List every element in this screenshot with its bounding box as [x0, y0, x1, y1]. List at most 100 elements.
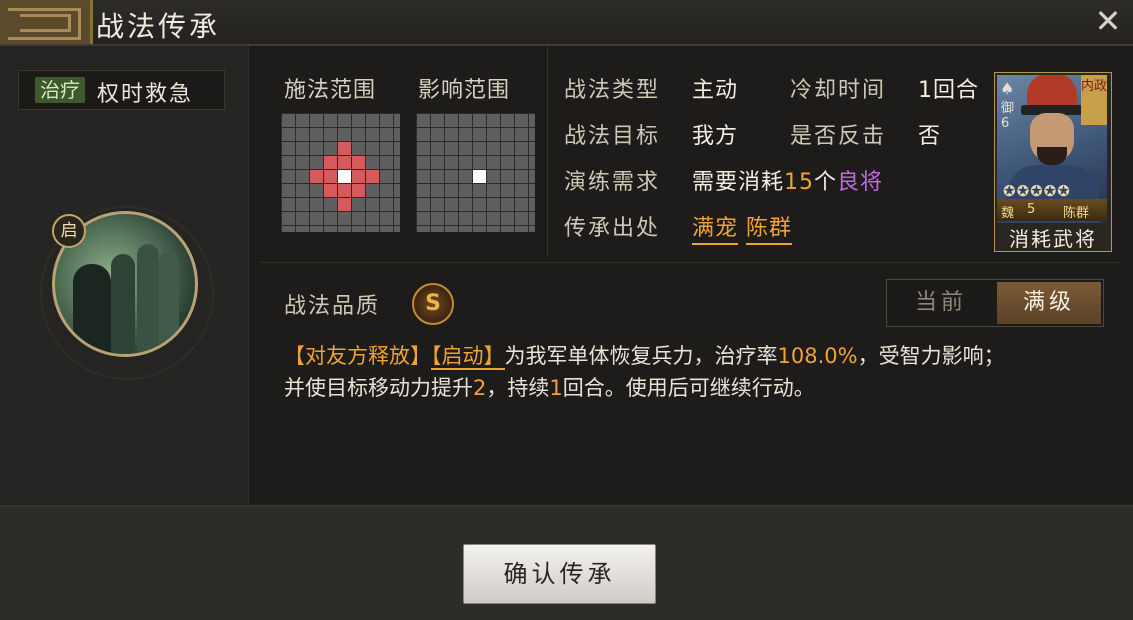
training-requirement-value: 需要消耗15个良将: [692, 164, 883, 196]
grid-cell: [352, 170, 365, 183]
grid-cell: [501, 184, 514, 197]
grid-cell: [501, 114, 514, 127]
train-prefix: 需要消耗: [692, 170, 785, 195]
grid-cell: [366, 170, 379, 183]
grid-cell: [487, 128, 500, 141]
grid-cell: [324, 226, 337, 232]
grid-cell: [459, 142, 472, 155]
general-name: 陈群: [1063, 206, 1090, 221]
grid-cell: [380, 184, 393, 197]
grid-cell: [487, 184, 500, 197]
grid-cell: [352, 226, 365, 232]
grid-cell: [529, 212, 535, 225]
grid-cell: [324, 170, 337, 183]
grid-cell: [529, 170, 535, 183]
grid-cell: [431, 128, 444, 141]
grid-cell: [431, 212, 444, 225]
grid-cell: [501, 212, 514, 225]
grid-cell: [501, 170, 514, 183]
grid-cell: [431, 142, 444, 155]
grid-cell: [310, 198, 323, 211]
grid-cell: [296, 198, 309, 211]
grid-cell: [445, 170, 458, 183]
star-rating: ✪✪✪✪✪: [1003, 182, 1071, 200]
confirm-inherit-button[interactable]: 确认传承: [463, 544, 656, 604]
train-grade: 良将: [837, 170, 884, 195]
grid-cell: [282, 142, 295, 155]
grid-cell: [282, 184, 295, 197]
grid-cell: [445, 114, 458, 127]
grid-cell: [487, 156, 500, 169]
grid-cell: [282, 212, 295, 225]
grid-cell: [445, 226, 458, 232]
skill-summary-panel: 治疗 权时救急 启: [0, 46, 249, 504]
grid-cell: [529, 184, 535, 197]
toggle-current[interactable]: 当前: [889, 282, 993, 324]
grid-cell: [380, 156, 393, 169]
grid-cell: [338, 198, 351, 211]
grid-cell: [473, 114, 486, 127]
grid-cell: [501, 142, 514, 155]
grid-cell: [515, 184, 528, 197]
grid-cell: [529, 114, 535, 127]
grid-cell: [282, 128, 295, 141]
card-corner-tag: 内政: [1081, 75, 1107, 125]
grid-cell: [417, 156, 430, 169]
grid-cell: [310, 156, 323, 169]
faction-label: 魏: [1001, 206, 1015, 221]
grid-cell: [338, 212, 351, 225]
grid-cell: [324, 142, 337, 155]
grid-cell: [487, 226, 500, 232]
grid-cell: [515, 170, 528, 183]
quality-label: 战法品质: [284, 294, 381, 319]
grid-cell: [417, 184, 430, 197]
grid-cell: [473, 184, 486, 197]
counter-value: 否: [918, 124, 942, 149]
toggle-max-level[interactable]: 满级: [997, 282, 1101, 324]
inheritance-source-key: 传承出处: [564, 216, 661, 241]
grid-cell: [380, 114, 393, 127]
grid-cell: [515, 142, 528, 155]
grid-cell: [324, 198, 337, 211]
counter-key: 是否反击: [790, 124, 887, 149]
grid-cell: [380, 128, 393, 141]
desc-activate-tag[interactable]: 【启动】: [431, 344, 505, 370]
grid-cell: [380, 198, 393, 211]
grid-cell: [338, 226, 351, 232]
grid-cell: [338, 128, 351, 141]
consumed-general-card[interactable]: 内政 ♠ 御6 ✪✪✪✪✪ 魏 5 陈群 消耗武将: [994, 72, 1112, 252]
activation-badge: 启: [52, 214, 86, 248]
grid-cell: [431, 198, 444, 211]
grid-cell: [529, 142, 535, 155]
grid-cell: [352, 128, 365, 141]
grid-cell: [282, 156, 295, 169]
grid-cell: [529, 128, 535, 141]
grid-cell: [459, 114, 472, 127]
divider: [260, 262, 1120, 263]
general-portrait: 内政 ♠ 御6 ✪✪✪✪✪ 魏 5 陈群: [997, 75, 1107, 223]
train-count: 15: [784, 170, 815, 195]
grid-cell: [352, 114, 365, 127]
close-button[interactable]: ✕: [1091, 4, 1125, 38]
grid-cell: [445, 198, 458, 211]
desc-move-bonus: 2: [473, 376, 487, 400]
grid-cell: [417, 212, 430, 225]
grid-cell: [282, 198, 295, 211]
grid-cell: [310, 114, 323, 127]
desc-target-tag: 【对友方释放】: [284, 344, 431, 368]
grid-cell: [394, 114, 400, 127]
source-general-link[interactable]: 满宠: [692, 216, 739, 245]
grid-cell: [459, 156, 472, 169]
source-general-link[interactable]: 陈群: [746, 216, 793, 245]
title-bar: 战法传承 ✕: [0, 0, 1133, 46]
grid-cell: [352, 142, 365, 155]
desc-text: ，受智力影响；: [857, 344, 1005, 368]
grid-cell: [324, 212, 337, 225]
grid-cell: [282, 170, 295, 183]
grid-cell: [296, 156, 309, 169]
skill-target-value: 我方: [692, 124, 739, 149]
grid-cell: [324, 156, 337, 169]
grid-cell: [529, 156, 535, 169]
grid-cell: [338, 142, 351, 155]
grid-cell: [501, 198, 514, 211]
